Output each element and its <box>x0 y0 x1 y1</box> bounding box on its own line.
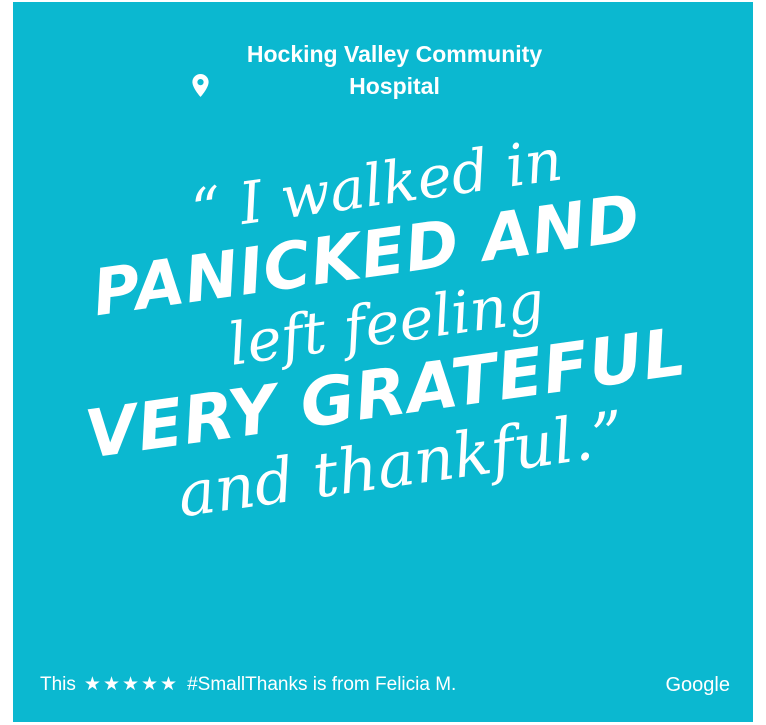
google-logo: Google <box>665 674 731 696</box>
footer: This ★★★★★ #SmallThanks is from Felicia M.… <box>40 670 730 700</box>
map-pin-icon <box>191 74 209 97</box>
location-header: Hocking Valley Community Hospital <box>13 38 753 102</box>
footer-suffix: #SmallThanks is from Felicia M. <box>187 674 457 695</box>
small-thanks-card: Hocking Valley Community Hospital “ I wa… <box>13 2 753 722</box>
location-name: Hocking Valley Community Hospital <box>246 41 543 99</box>
open-quote-mark: “ <box>187 173 227 245</box>
star-rating: ★★★★★ <box>83 674 180 695</box>
footer-prefix: This <box>40 674 76 695</box>
footer-attribution: This ★★★★★ #SmallThanks is from Felicia M. <box>40 670 456 700</box>
review-quote: “ I walked in PANICKED AND left feeling … <box>13 103 753 681</box>
